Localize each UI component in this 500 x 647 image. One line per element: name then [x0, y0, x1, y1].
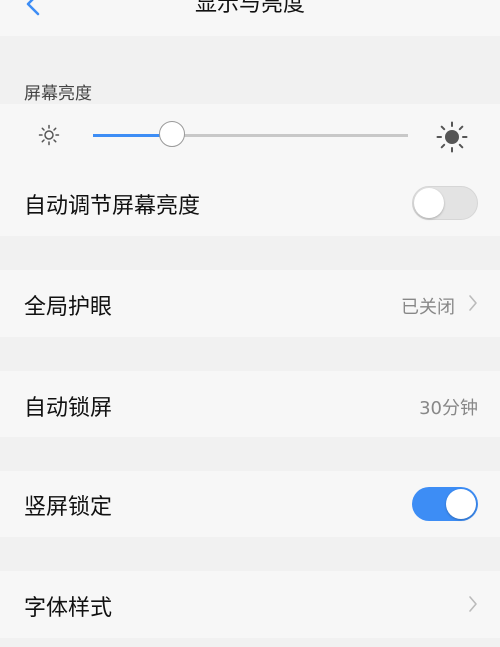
eye-protection-row[interactable]: 全局护眼 已关闭 [0, 270, 500, 337]
auto-lock-value: 30分钟 [419, 398, 478, 419]
chevron-right-icon [469, 596, 477, 612]
font-style-row[interactable]: 字体样式 [0, 571, 500, 638]
toggle-knob [446, 489, 476, 519]
page-title: 显示与亮度 [194, 0, 305, 17]
sun-small-icon [38, 124, 60, 146]
bottom-spacer [0, 638, 500, 647]
auto-brightness-row[interactable]: 自动调节屏幕亮度 [0, 170, 500, 236]
auto-lock-label: 自动锁屏 [24, 396, 113, 421]
auto-lock-row[interactable]: 自动锁屏 30分钟 [0, 371, 500, 437]
auto-brightness-label: 自动调节屏幕亮度 [24, 194, 201, 219]
eye-protection-status: 已关闭 [401, 297, 455, 318]
font-style-label: 字体样式 [24, 596, 113, 621]
chevron-right-icon [469, 295, 477, 311]
brightness-section-label: 屏幕亮度 [24, 84, 92, 104]
auto-brightness-toggle[interactable] [412, 186, 478, 220]
brightness-slider-row [0, 104, 500, 170]
brightness-slider-thumb[interactable] [158, 121, 185, 147]
toggle-knob [414, 188, 444, 218]
eye-protection-label: 全局护眼 [24, 295, 113, 320]
brightness-slider[interactable] [93, 121, 408, 147]
portrait-lock-row[interactable]: 竖屏锁定 [0, 471, 500, 537]
portrait-lock-label: 竖屏锁定 [24, 495, 113, 520]
sun-large-icon [436, 121, 468, 153]
portrait-lock-toggle[interactable] [412, 487, 478, 521]
header-bar: 显示与亮度 [0, 0, 500, 36]
